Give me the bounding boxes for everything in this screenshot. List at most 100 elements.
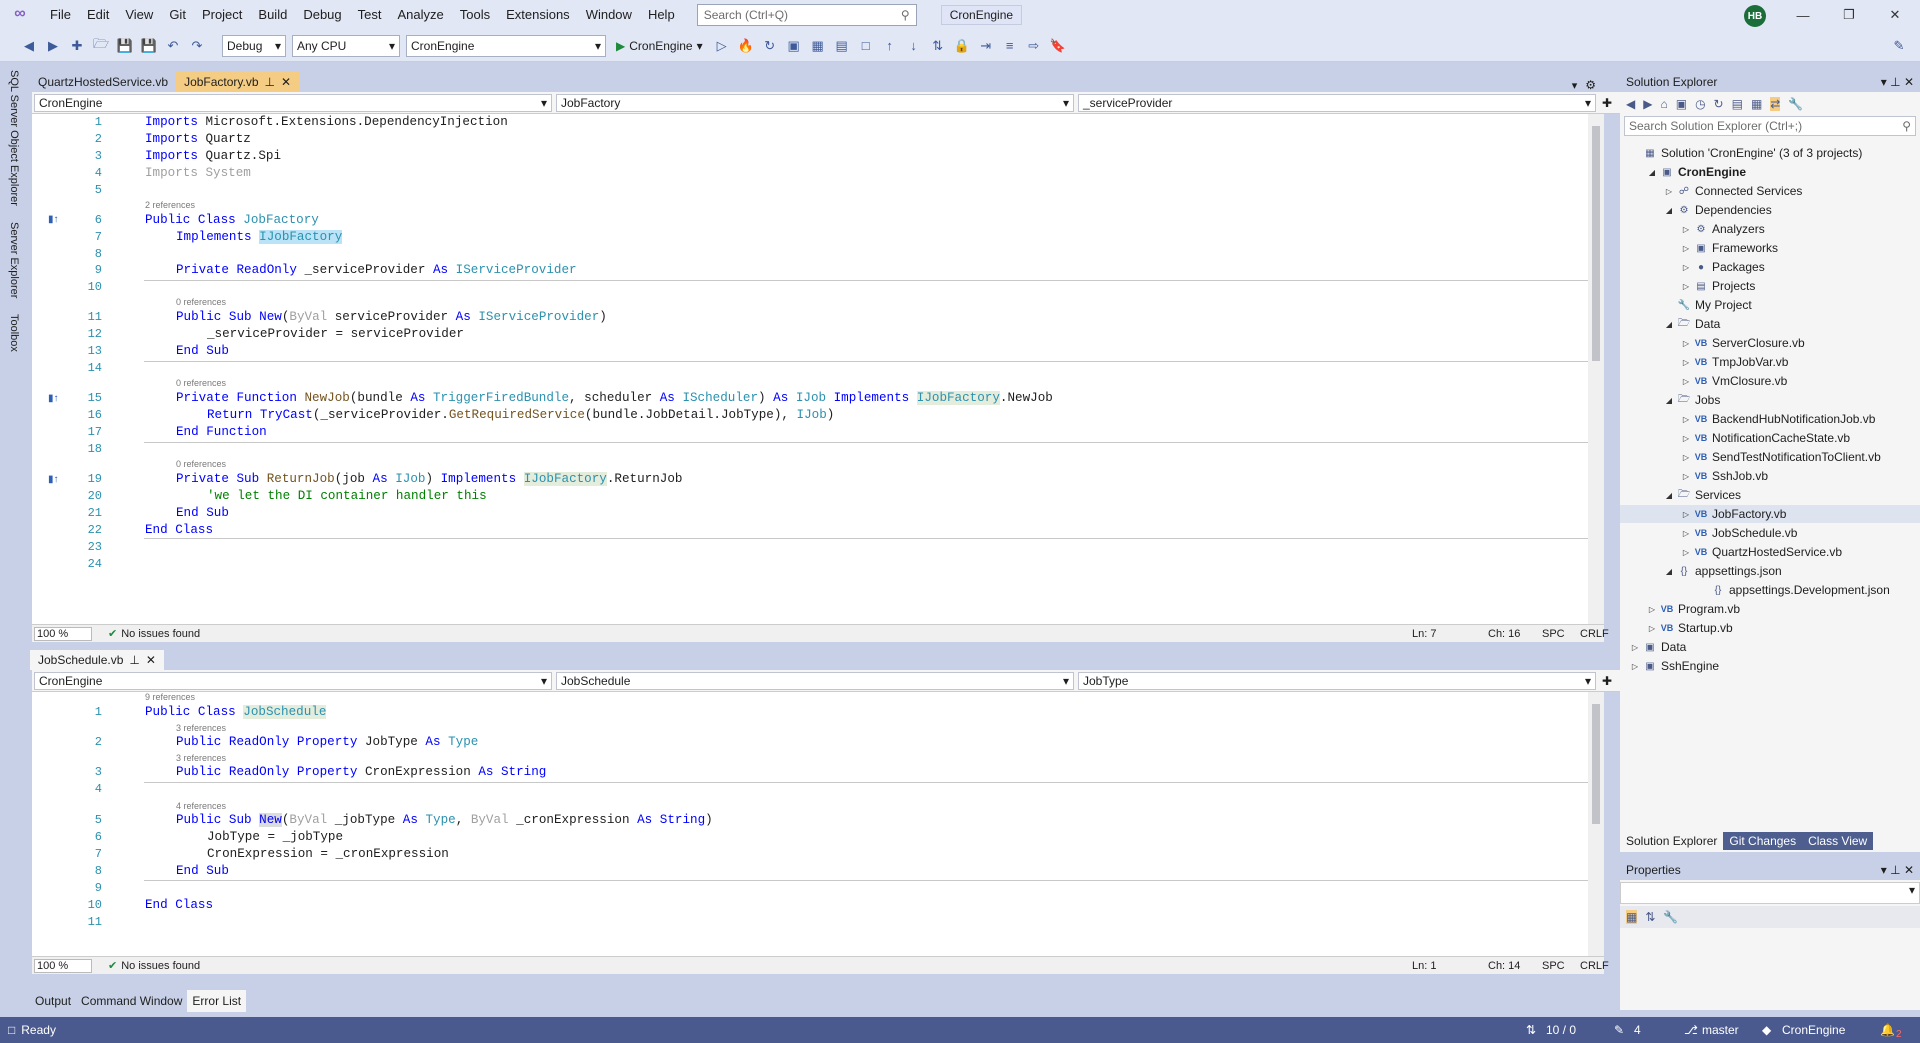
tree-item[interactable]: ▷ VB JobSchedule.vb (1679, 524, 1797, 542)
expand-arrow-icon[interactable]: ▷ (1679, 453, 1693, 462)
tree-item[interactable]: ◢ 🗁 Services (1662, 486, 1741, 504)
tree-item[interactable]: ▦ Solution 'CronEngine' (3 of 3 projects) (1628, 144, 1862, 162)
feedback-icon[interactable]: ✎ (1890, 37, 1908, 55)
line-indicator[interactable]: Ln: 1 (1412, 960, 1436, 972)
tree-item[interactable]: ▷ VB SendTestNotificationToClient.vb (1679, 448, 1881, 466)
bottom-code-editor[interactable]: 1 2 3 4 5 6 7 8 9 10 11 9 references 3 references … (32, 692, 1604, 956)
codelens-references[interactable]: 3 references (176, 723, 226, 733)
back-icon[interactable]: ◀ (20, 37, 38, 55)
notifications-icon[interactable]: 🔔 (1880, 1023, 1895, 1037)
properties-object-select[interactable]: ▾ (1620, 882, 1920, 904)
menu-analyze[interactable]: Analyze (389, 0, 451, 30)
close-icon[interactable]: ✕ (281, 75, 291, 89)
search-input[interactable]: Search (Ctrl+Q) ⚲ (696, 4, 917, 26)
hot-reload-icon[interactable]: 🔥 (737, 37, 755, 55)
tree-item[interactable]: ◢ {} appsettings.json (1662, 562, 1782, 580)
tree-item[interactable]: ▷ VB JobFactory.vb (1620, 505, 1920, 523)
tab-class-view[interactable]: Class View (1802, 832, 1874, 850)
menu-build[interactable]: Build (250, 0, 295, 30)
expand-arrow-icon[interactable]: ◢ (1662, 320, 1676, 329)
expand-arrow-icon[interactable]: ▷ (1679, 339, 1693, 348)
tree-item[interactable]: 🔧 My Project (1662, 296, 1752, 314)
top-code-editor[interactable]: 1 2 3 4 5 6 7 8 9 10 11 12 13 14 15 16 17 18 19 20 21 22 23 24 … (32, 114, 1604, 624)
implementation-icon[interactable]: ▮↑ (48, 214, 59, 225)
tree-item[interactable]: ▷ VB NotificationCacheState.vb (1679, 429, 1850, 447)
tree-item[interactable]: ▷ ▣ Data (1628, 638, 1686, 656)
expand-arrow-icon[interactable]: ▷ (1679, 377, 1693, 386)
bookmark-icon[interactable]: 🔖 (1049, 37, 1067, 55)
refresh-icon[interactable]: ↻ (1714, 97, 1724, 111)
zoom-select[interactable]: 100 % (34, 958, 92, 973)
open-folder-icon[interactable]: 🗁 (92, 36, 110, 55)
menu-help[interactable]: Help (640, 0, 683, 30)
collapse-all-icon[interactable]: ▤ (1732, 97, 1743, 111)
tree-item[interactable]: ◢ ⚙ Dependencies (1662, 201, 1772, 219)
split-icon[interactable]: ✚ (1602, 674, 1612, 688)
refresh-icon[interactable]: ↻ (761, 37, 779, 55)
member-dropdown[interactable]: _serviceProvider ▾ (1078, 93, 1596, 112)
split-icon[interactable]: ✚ (1602, 96, 1612, 110)
tree-item[interactable]: ◢ 🗁 Data (1662, 315, 1720, 333)
codelens-references[interactable]: 2 references (145, 200, 195, 210)
expand-arrow-icon[interactable]: ▷ (1662, 187, 1676, 196)
tree-item[interactable]: ▷ ● Packages (1679, 258, 1765, 276)
history-icon[interactable]: ◷ (1695, 97, 1705, 111)
codelens-references[interactable]: 0 references (176, 297, 226, 307)
line-ending-indicator[interactable]: CRLF (1580, 960, 1609, 972)
tab-output[interactable]: Output (30, 990, 76, 1012)
codelens-references[interactable]: 3 references (176, 753, 226, 763)
expand-arrow-icon[interactable]: ▷ (1679, 358, 1693, 367)
expand-arrow-icon[interactable]: ▷ (1679, 225, 1693, 234)
avatar[interactable]: HB (1744, 5, 1766, 27)
tree-item[interactable]: ▷ VB Startup.vb (1645, 619, 1733, 637)
step-icon[interactable]: ⇥ (977, 37, 995, 55)
back-icon[interactable]: ◀ (1626, 97, 1635, 111)
issues-text[interactable]: No issues found (121, 628, 200, 640)
tree-item[interactable]: ▷ ☍ Connected Services (1662, 182, 1802, 200)
show-all-files-icon[interactable]: ▦ (1751, 97, 1762, 111)
tree-item[interactable]: ▷ VB SshJob.vb (1679, 467, 1768, 485)
tree-item[interactable]: {} appsettings.Development.json (1696, 581, 1890, 599)
codelens-references[interactable]: 0 references (176, 459, 226, 469)
codelens-references[interactable]: 9 references (145, 692, 195, 702)
tree-item[interactable]: ▷ VB VmClosure.vb (1679, 372, 1787, 390)
startup-project-select[interactable]: CronEngine ▾ (406, 34, 606, 57)
tab-toolbox[interactable]: Toolbox (8, 314, 20, 352)
close-icon[interactable]: ✕ (1872, 0, 1918, 30)
codelens-references[interactable]: 0 references (176, 378, 226, 388)
restore-icon[interactable]: ❐ (1826, 0, 1872, 30)
forward-icon[interactable]: ▶ (1643, 97, 1652, 111)
menu-git[interactable]: Git (161, 0, 194, 30)
home-icon[interactable]: ⌂ (1660, 97, 1667, 111)
tab-command-window[interactable]: Command Window (76, 990, 187, 1012)
expand-arrow-icon[interactable]: ▷ (1679, 529, 1693, 538)
expand-arrow-icon[interactable]: ▷ (1628, 662, 1642, 671)
close-icon[interactable]: ✕ (146, 653, 156, 667)
gear-icon[interactable]: ⚙ (1585, 78, 1596, 92)
commits-count[interactable]: 10 / 0 (1546, 1023, 1576, 1037)
new-project-icon[interactable]: ✚ (68, 37, 86, 55)
visual-studio-logo-icon[interactable]: ∞ (8, 5, 32, 25)
tree-item[interactable]: ▷ ▤ Projects (1679, 277, 1755, 295)
pane-controls-icon[interactable]: ▾ ⊥ ✕ (1881, 863, 1914, 877)
type-dropdown[interactable]: JobSchedule ▾ (556, 671, 1074, 690)
vertical-scrollbar[interactable] (1588, 114, 1604, 624)
tree-item[interactable]: ▷ VB QuartzHostedService.vb (1679, 543, 1842, 561)
whitespace-indicator[interactable]: SPC (1542, 960, 1565, 972)
tree-item[interactable]: ▷ ⚙ Analyzers (1679, 220, 1765, 238)
tree-item[interactable]: ◢ ▣ CronEngine (1645, 163, 1746, 181)
tab-jobfactory[interactable]: JobFactory.vb ⊥ ✕ (176, 72, 300, 92)
implementation-icon[interactable]: ▮↑ (48, 474, 59, 485)
expand-arrow-icon[interactable]: ◢ (1662, 206, 1676, 215)
branch-name[interactable]: master (1702, 1023, 1739, 1037)
configuration-select[interactable]: Debug ▾ (222, 34, 286, 57)
sync-icon[interactable]: ⇄ (1770, 97, 1781, 111)
tree-item[interactable]: ▷ ▣ Frameworks (1679, 239, 1778, 257)
implementation-icon[interactable]: ▮↑ (48, 393, 59, 404)
layout-icon[interactable]: ▦ (809, 37, 827, 55)
expand-arrow-icon[interactable]: ◢ (1662, 567, 1676, 576)
tree-item[interactable]: ▷ VB Program.vb (1645, 600, 1740, 618)
project-dropdown[interactable]: CronEngine ▾ (34, 93, 552, 112)
expand-arrow-icon[interactable]: ▷ (1679, 263, 1693, 272)
categorized-icon[interactable]: ▦ (1626, 910, 1638, 924)
